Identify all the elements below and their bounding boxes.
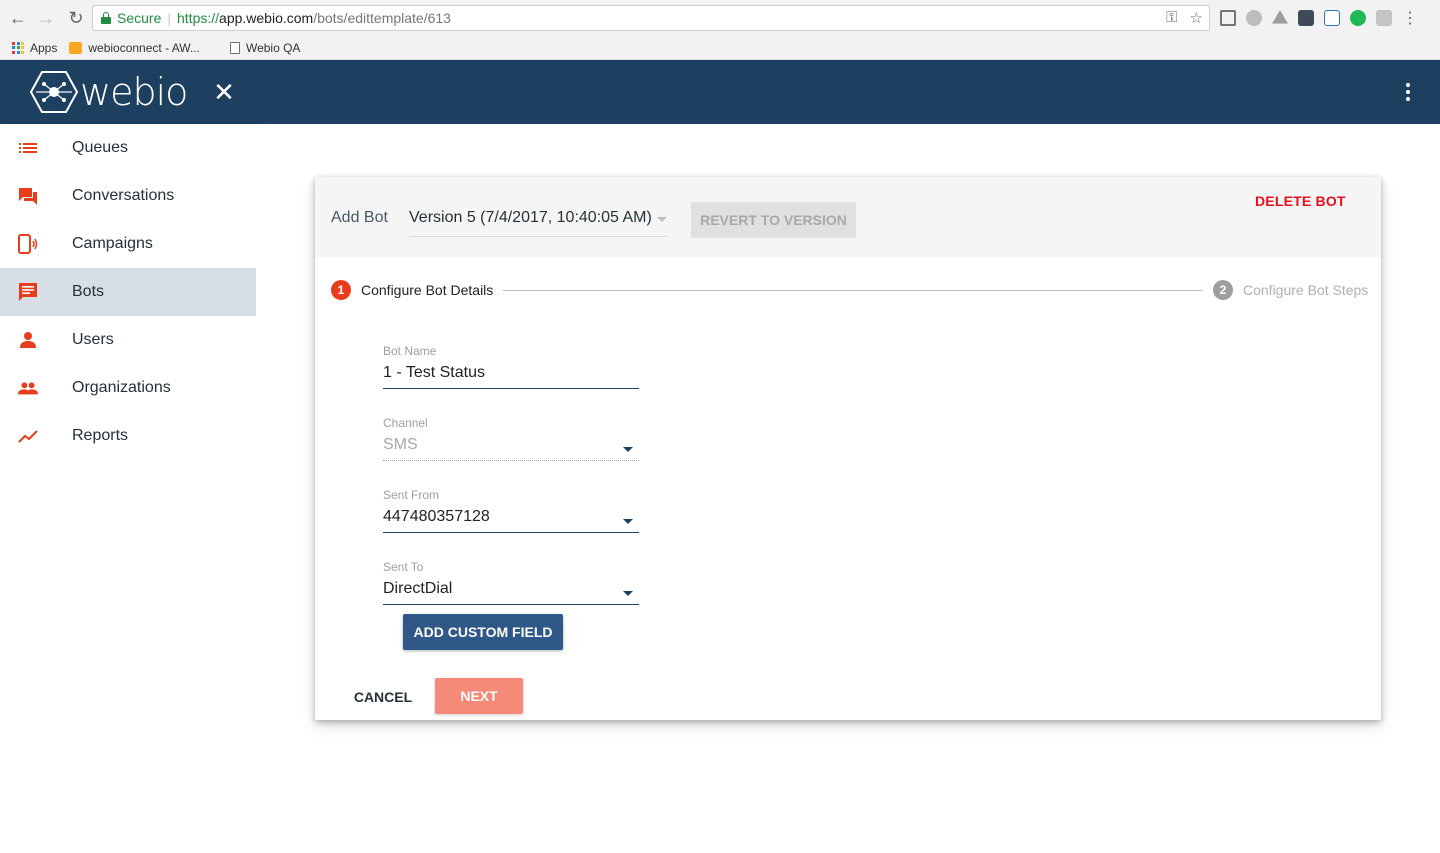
- sidebar-item-label: Reports: [72, 427, 129, 444]
- delete-bot-button[interactable]: DELETE BOT: [1255, 193, 1346, 209]
- bookmark-label: webioconnect - AW...: [88, 40, 200, 55]
- forward-arrow-icon[interactable]: →: [34, 6, 58, 30]
- back-arrow-icon[interactable]: ←: [6, 6, 30, 30]
- chevron-down-icon[interactable]: [623, 519, 633, 524]
- sidebar-item-label: Campaigns: [72, 235, 153, 252]
- browser-toolbar: ← → ↻ Secure | https://app.webio.com/bot…: [0, 0, 1440, 36]
- address-bar[interactable]: Secure | https://app.webio.com/bots/edit…: [92, 5, 1210, 31]
- sidebar-item-users[interactable]: Users: [0, 316, 256, 364]
- bot-name-label: Bot Name: [383, 344, 437, 358]
- chat-bubbles-icon: [19, 188, 37, 205]
- brand: webio ✕: [0, 60, 256, 124]
- url-host: app.webio.com: [219, 10, 314, 26]
- sidebar-item-reports[interactable]: Reports: [0, 412, 256, 460]
- stepper: 1 Configure Bot Details 2 Configure Bot …: [331, 280, 1371, 302]
- extension-green-icon[interactable]: [1350, 10, 1366, 26]
- next-button[interactable]: NEXT: [435, 678, 523, 714]
- bookmark-webioconnect[interactable]: webioconnect - AW...: [69, 41, 200, 55]
- sidebar-item-label: Users: [72, 331, 114, 348]
- reload-icon[interactable]: ↻: [64, 6, 88, 30]
- drive-icon[interactable]: [1272, 10, 1288, 24]
- person-icon: [20, 332, 36, 348]
- sent-to-label: Sent To: [383, 560, 424, 574]
- field-underline: [383, 532, 639, 533]
- close-icon[interactable]: ✕: [212, 78, 236, 106]
- sent-from-label: Sent From: [383, 488, 440, 502]
- more-vert-icon[interactable]: [1396, 80, 1420, 104]
- bookmark-apps[interactable]: Apps: [12, 41, 57, 55]
- phone-broadcast-icon: [18, 234, 38, 254]
- sidebar-item-campaigns[interactable]: Campaigns: [0, 220, 256, 268]
- field-underline: [383, 604, 639, 605]
- main-content: Add Bot Version 5 (7/4/2017, 10:40:05 AM…: [256, 124, 1440, 853]
- queue-list-icon: [19, 143, 37, 153]
- sidebar-item-bots[interactable]: Bots: [0, 268, 256, 316]
- lock-icon: [101, 12, 111, 24]
- sidebar-item-label: Queues: [72, 139, 129, 156]
- add-custom-field-button[interactable]: ADD CUSTOM FIELD: [403, 614, 563, 650]
- revert-to-version-button[interactable]: REVERT TO VERSION: [691, 202, 856, 238]
- people-icon: [18, 382, 38, 395]
- extension-dots-icon[interactable]: [1298, 10, 1314, 26]
- sidebar-item-queues[interactable]: Queues: [0, 124, 256, 172]
- field-underline: [383, 460, 639, 461]
- chevron-down-icon[interactable]: [623, 591, 633, 596]
- chevron-down-icon: [657, 217, 667, 222]
- sidebar: Queues Conversations Campaigns Bots User…: [0, 124, 256, 853]
- app-header: webio ✕: [0, 60, 1440, 124]
- url-scheme: https://: [177, 10, 220, 26]
- stepper-connector: [503, 290, 1203, 291]
- sidebar-item-label: Bots: [72, 283, 105, 300]
- secure-label: Secure: [117, 10, 162, 26]
- page-icon: [229, 41, 240, 54]
- webio-logo-icon: [30, 71, 78, 113]
- version-selected-value: Version 5 (7/4/2017, 10:40:05 AM): [409, 209, 652, 226]
- bot-name-input[interactable]: 1 - Test Status: [383, 362, 639, 384]
- sent-to-field[interactable]: Sent To DirectDial: [383, 560, 639, 605]
- field-underline: [383, 388, 639, 389]
- key-icon[interactable]: ⚿: [1166, 9, 1177, 27]
- step-2-label: Configure Bot Steps: [1243, 282, 1369, 298]
- extension-w-icon[interactable]: [1324, 10, 1340, 26]
- box-icon: [69, 41, 83, 54]
- channel-label: Channel: [383, 416, 428, 430]
- card-header: Add Bot Version 5 (7/4/2017, 10:40:05 AM…: [315, 177, 1381, 257]
- step-1-label: Configure Bot Details: [361, 282, 494, 298]
- channel-field: Channel SMS: [383, 416, 639, 461]
- trend-line-icon: [18, 430, 38, 443]
- step-1-indicator: 1: [331, 280, 351, 300]
- channel-select: SMS: [383, 436, 418, 453]
- chevron-down-icon: [623, 447, 633, 452]
- sidebar-item-organizations[interactable]: Organizations: [0, 364, 256, 412]
- sidebar-item-label: Conversations: [72, 187, 175, 204]
- card-title: Add Bot: [331, 209, 388, 226]
- extension-circle-icon[interactable]: [1246, 10, 1262, 26]
- cast-icon[interactable]: [1220, 10, 1236, 26]
- step-2-indicator: 2: [1213, 280, 1233, 300]
- bookmark-label: Webio QA: [245, 40, 301, 55]
- sent-from-field[interactable]: Sent From 447480357128: [383, 488, 639, 533]
- bot-editor-card: Add Bot Version 5 (7/4/2017, 10:40:05 AM…: [315, 177, 1381, 720]
- message-lines-icon: [19, 283, 37, 301]
- browser-menu-icon[interactable]: ⋮: [1402, 8, 1418, 28]
- bot-name-field[interactable]: Bot Name 1 - Test Status: [383, 344, 639, 389]
- apps-grid-icon: [12, 41, 24, 54]
- bookmarks-bar: Apps webioconnect - AW... Webio QA: [0, 36, 1440, 60]
- star-icon[interactable]: ☆: [1190, 9, 1203, 27]
- brand-name: webio: [80, 70, 188, 114]
- version-select[interactable]: Version 5 (7/4/2017, 10:40:05 AM): [409, 205, 667, 237]
- bookmark-webio-qa[interactable]: Webio QA: [212, 41, 300, 55]
- sent-to-select[interactable]: DirectDial: [383, 578, 639, 600]
- url-separator: |: [167, 10, 171, 26]
- sidebar-item-label: Organizations: [72, 379, 171, 396]
- extension-g-icon[interactable]: [1376, 10, 1392, 26]
- bookmark-label: Apps: [30, 40, 58, 55]
- url-path: /bots/edittemplate/613: [313, 10, 451, 26]
- sent-from-select[interactable]: 447480357128: [383, 506, 639, 528]
- sidebar-item-conversations[interactable]: Conversations: [0, 172, 256, 220]
- cancel-button[interactable]: CANCEL: [347, 679, 419, 715]
